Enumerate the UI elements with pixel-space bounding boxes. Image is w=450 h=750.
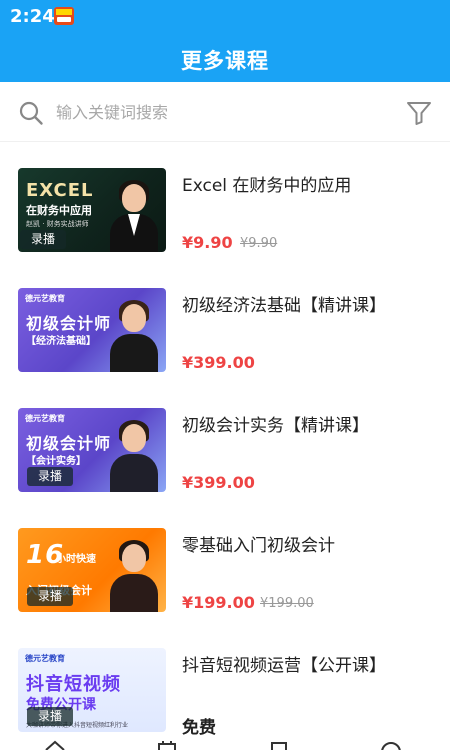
user-icon[interactable] <box>380 740 402 750</box>
course-price: ¥9.90 <box>182 233 233 252</box>
bottom-nav <box>0 740 450 750</box>
course-original-price: ¥199.00 <box>260 596 314 611</box>
recorded-badge: 录播 <box>27 467 73 486</box>
thumbnail-heading: EXCEL <box>26 180 94 201</box>
thumbnail-heading: 初级会计师 <box>26 434 112 453</box>
thumbnail-subheading: 在财务中应用 <box>26 204 92 217</box>
thumbnail-subheading: 小时快速 <box>56 554 96 565</box>
course-thumbnail[interactable]: 德元艺教育 初级会计师 【经济法基础】 <box>18 288 166 372</box>
recorded-badge: 录播 <box>27 587 73 606</box>
thumbnail-caption: 赵凯 · 财务实战讲师 <box>26 220 89 228</box>
course-price: ¥199.00 <box>182 593 255 612</box>
course-original-price: ¥9.90 <box>240 236 278 251</box>
search-input[interactable] <box>56 96 376 128</box>
thumbnail-subheading: 【经济法基础】 <box>26 336 96 347</box>
course-item-excel[interactable]: EXCEL 在财务中应用 赵凯 · 财务实战讲师 录播 Excel 在财务中的应… <box>0 143 450 263</box>
course-title[interactable]: 抖音短视频运营【公开课】 <box>182 651 386 676</box>
nav-bar: 更多课程 <box>0 34 450 82</box>
recorded-badge: 录播 <box>27 707 73 726</box>
app-notification-icon <box>54 7 74 25</box>
page-title: 更多课程 <box>181 49 269 73</box>
course-price: ¥399.00 <box>182 473 255 492</box>
course-title[interactable]: Excel 在财务中的应用 <box>182 171 351 196</box>
course-title[interactable]: 零基础入门初级会计 <box>182 531 335 556</box>
book-icon[interactable] <box>268 740 290 750</box>
course-price: 免费 <box>182 718 216 738</box>
home-icon[interactable] <box>44 740 66 750</box>
search-icon[interactable] <box>18 100 44 126</box>
status-bar: 2:24 <box>0 0 450 34</box>
filter-icon[interactable] <box>406 100 432 126</box>
thumbnail-subheading: 【会计实务】 <box>26 456 86 467</box>
search-bar <box>0 82 450 142</box>
course-item-economic-law[interactable]: 德元艺教育 初级会计师 【经济法基础】 录播 初级经济法基础【精讲课】 ¥399… <box>0 263 450 489</box>
thumbnail-logo: 德元艺教育 <box>25 294 65 303</box>
status-time: 2:24 <box>10 6 55 27</box>
course-list: EXCEL 在财务中应用 赵凯 · 财务实战讲师 录播 Excel 在财务中的应… <box>0 143 450 750</box>
thumbnail-logo: 德元艺教育 <box>25 654 65 663</box>
recorded-badge: 录播 <box>20 230 66 249</box>
course-title[interactable]: 初级经济法基础【精讲课】 <box>182 291 386 316</box>
course-price: ¥399.00 <box>182 353 255 372</box>
instructor-photo <box>108 300 160 372</box>
course-title[interactable]: 初级会计实务【精讲课】 <box>182 411 369 436</box>
instructor-photo <box>108 180 160 252</box>
instructor-photo <box>108 540 160 612</box>
thumbnail-heading: 初级会计师 <box>26 314 112 333</box>
calendar-icon[interactable] <box>156 740 178 750</box>
thumbnail-logo: 德元艺教育 <box>25 414 65 423</box>
thumbnail-heading: 抖音短视频 <box>26 674 121 695</box>
instructor-photo <box>108 420 160 492</box>
